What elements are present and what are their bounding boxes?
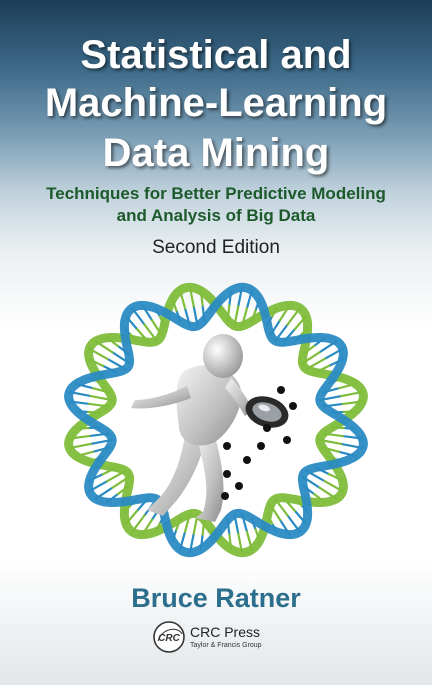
publisher-group: Taylor & Francis Group (190, 642, 262, 649)
subtitle-line-1: Techniques for Better Predictive Modelin… (46, 184, 386, 203)
title-line-3: Data Mining (102, 131, 330, 175)
book-cover: Statistical and Machine-Learning Data Mi… (0, 0, 432, 685)
subtitle-line-2: and Analysis of Big Data (116, 206, 316, 225)
title-line-1: Statistical and (80, 33, 352, 77)
publisher-name: CRC Press (190, 624, 261, 640)
author-name: Bruce Ratner (131, 583, 301, 613)
title-line-2: Machine-Learning (44, 81, 388, 125)
edition-label: Second Edition (152, 237, 280, 258)
cover-illustration (64, 282, 368, 558)
crc-logo-text: CRC (158, 633, 180, 644)
publisher-block: CRC CRC Press Taylor & Francis Group (152, 620, 292, 660)
crc-logo-icon: CRC (153, 621, 185, 653)
